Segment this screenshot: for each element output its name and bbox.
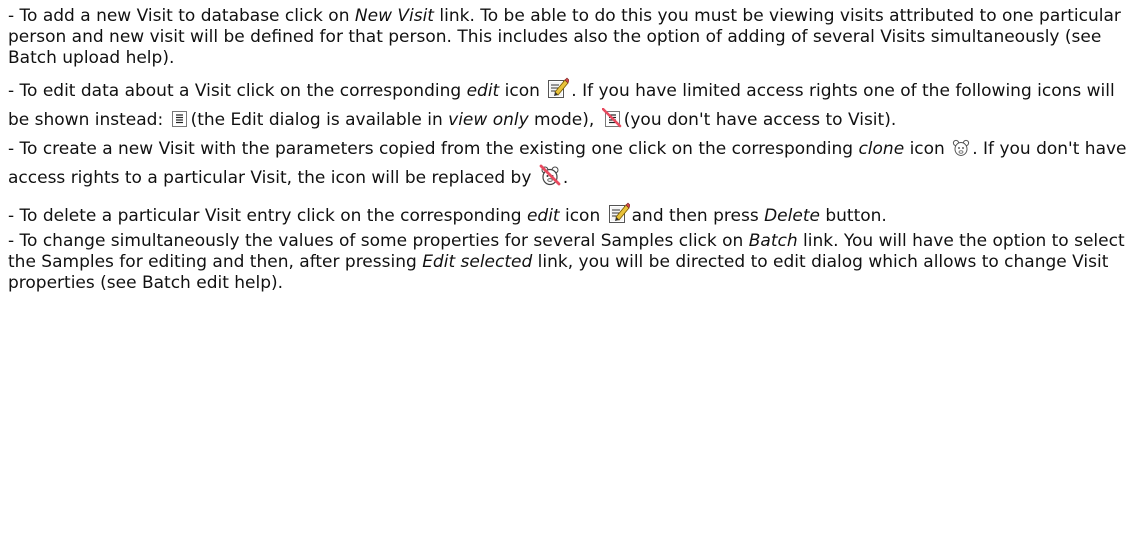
help-paragraph-new-visit: - To add a new Visit to database click o… xyxy=(8,6,1131,69)
edit-term: edit xyxy=(526,206,560,226)
view-only-icon xyxy=(171,110,189,128)
text: mode), xyxy=(528,110,600,130)
clone-term: clone xyxy=(858,139,905,159)
text: - To delete a particular Visit entry cli… xyxy=(8,206,527,226)
edit-icon xyxy=(547,77,570,99)
help-paragraph-clone-visit: - To create a new Visit with the paramet… xyxy=(8,135,1131,193)
edit-term: edit xyxy=(466,81,500,101)
clone-icon xyxy=(952,139,970,157)
edit-selected-term: Edit selected xyxy=(422,252,533,272)
text: icon xyxy=(499,81,546,101)
text: - To edit data about a Visit click on th… xyxy=(8,81,467,101)
clone-denied-icon xyxy=(539,164,561,186)
text: (you don't have access to Visit). xyxy=(623,110,897,130)
text: . xyxy=(562,168,569,188)
help-paragraph-edit-visit: - To edit data about a Visit click on th… xyxy=(8,77,1131,135)
help-page: - To add a new Visit to database click o… xyxy=(0,0,1131,537)
help-paragraph-batch-edit: - To change simultaneously the values of… xyxy=(8,231,1131,294)
edit-icon xyxy=(608,202,630,224)
text: - To add a new Visit to database click o… xyxy=(8,6,355,26)
text: - To change simultaneously the values of… xyxy=(8,231,749,251)
text: icon xyxy=(904,139,951,159)
new-visit-link-term: New Visit xyxy=(354,6,434,26)
no-access-icon xyxy=(601,108,622,128)
text: icon xyxy=(559,206,606,226)
delete-term: Delete xyxy=(764,206,820,226)
text: button. xyxy=(819,206,887,226)
text: and then press xyxy=(631,206,765,226)
text: (the Edit dialog is available in xyxy=(190,110,449,130)
help-paragraph-delete-visit: - To delete a particular Visit entry cli… xyxy=(8,202,1131,231)
batch-term: Batch xyxy=(748,231,798,251)
view-only-term: view only xyxy=(448,110,529,130)
text: - To create a new Visit with the paramet… xyxy=(8,139,859,159)
